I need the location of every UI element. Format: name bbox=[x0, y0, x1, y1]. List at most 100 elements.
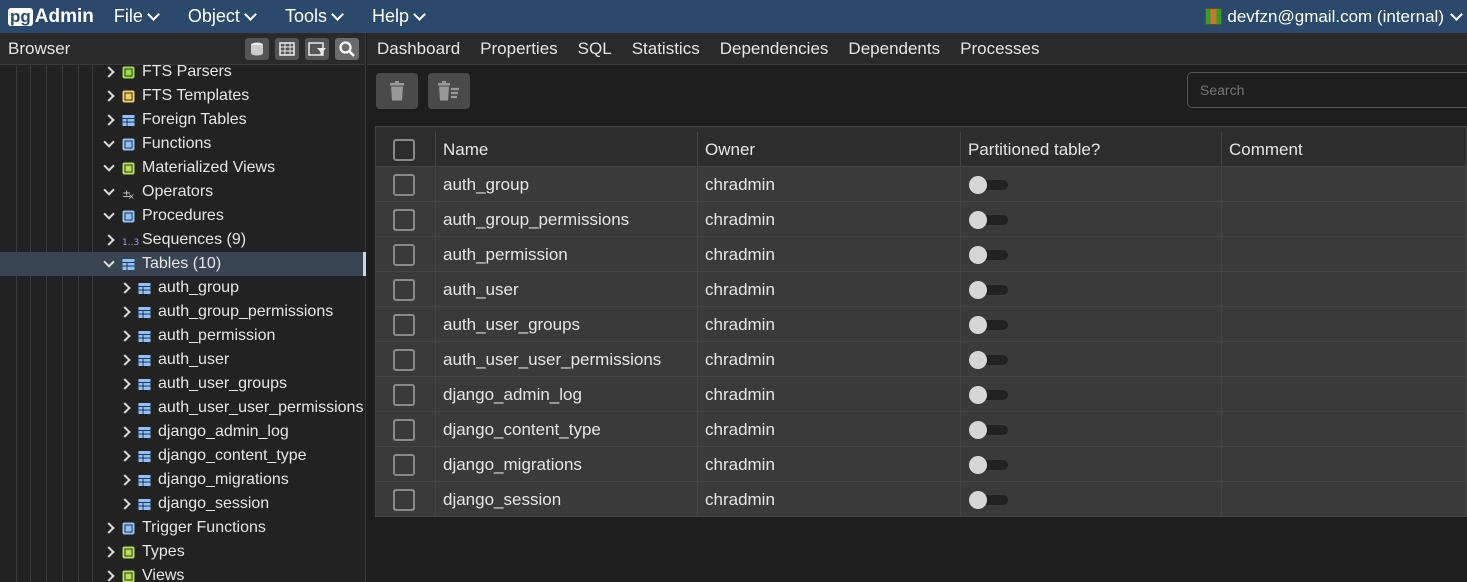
partitioned-toggle[interactable] bbox=[968, 420, 1008, 439]
search-objects-button[interactable] bbox=[335, 37, 359, 60]
chevron-right-icon[interactable] bbox=[119, 450, 131, 462]
table-row[interactable]: django_admin_log chradmin bbox=[376, 377, 1466, 412]
tree-node[interactable]: django_migrations bbox=[0, 468, 366, 492]
column-header[interactable]: Name bbox=[436, 132, 698, 167]
tab-sql[interactable]: SQL bbox=[578, 39, 612, 59]
delete-button[interactable] bbox=[376, 73, 418, 109]
select-all-checkbox[interactable] bbox=[393, 138, 415, 161]
table-row[interactable]: auth_group chradmin bbox=[376, 167, 1466, 202]
row-checkbox[interactable] bbox=[393, 453, 415, 476]
row-checkbox[interactable] bbox=[393, 313, 415, 336]
tree-node[interactable]: Procedures bbox=[0, 204, 366, 228]
user-menu[interactable]: devfzn@gmail.com (internal) bbox=[1205, 0, 1463, 33]
partitioned-toggle[interactable] bbox=[968, 210, 1008, 229]
row-checkbox[interactable] bbox=[393, 488, 415, 511]
chevron-right-icon[interactable] bbox=[119, 330, 131, 342]
tree-node[interactable]: django_content_type bbox=[0, 444, 366, 468]
menu-file[interactable]: File bbox=[114, 6, 160, 27]
chevron-right-icon[interactable] bbox=[103, 522, 115, 534]
table-row[interactable]: auth_permission chradmin bbox=[376, 237, 1466, 272]
tab-dashboard[interactable]: Dashboard bbox=[377, 39, 460, 59]
partitioned-toggle[interactable] bbox=[968, 385, 1008, 404]
tab-dependents[interactable]: Dependents bbox=[848, 39, 940, 59]
row-checkbox[interactable] bbox=[393, 208, 415, 231]
partitioned-toggle[interactable] bbox=[968, 455, 1008, 474]
chevron-right-icon[interactable] bbox=[119, 282, 131, 294]
search-input[interactable] bbox=[1187, 72, 1467, 108]
chevron-right-icon[interactable] bbox=[103, 66, 115, 78]
chevron-right-icon[interactable] bbox=[119, 354, 131, 366]
chevron-right-icon[interactable] bbox=[103, 90, 115, 102]
tab-statistics[interactable]: Statistics bbox=[632, 39, 700, 59]
tab-dependencies[interactable]: Dependencies bbox=[720, 39, 829, 59]
tree-node[interactable]: 1..3 Sequences (9) bbox=[0, 228, 366, 252]
tree-node[interactable]: django_session bbox=[0, 492, 366, 516]
table-row[interactable]: django_migrations chradmin bbox=[376, 447, 1466, 482]
table-row[interactable]: auth_user chradmin bbox=[376, 272, 1466, 307]
delete-cascade-button[interactable] bbox=[428, 73, 470, 109]
chevron-down-icon[interactable] bbox=[103, 160, 115, 172]
menu-help[interactable]: Help bbox=[372, 6, 426, 27]
tree-node[interactable]: auth_user_user_permissions bbox=[0, 396, 366, 420]
tree-node[interactable]: FTS Parsers bbox=[0, 65, 366, 84]
tree-node[interactable]: auth_user_groups bbox=[0, 372, 366, 396]
row-checkbox[interactable] bbox=[393, 173, 415, 196]
row-checkbox[interactable] bbox=[393, 348, 415, 371]
table-row[interactable]: django_content_type chradmin bbox=[376, 412, 1466, 447]
tree-node[interactable]: django_admin_log bbox=[0, 420, 366, 444]
menu-tools[interactable]: Tools bbox=[285, 6, 344, 27]
chevron-down-icon[interactable] bbox=[103, 184, 115, 196]
tree-node[interactable]: auth_group_permissions bbox=[0, 300, 366, 324]
tab-processes[interactable]: Processes bbox=[960, 39, 1039, 59]
chevron-down-icon[interactable] bbox=[103, 208, 115, 220]
tree-node[interactable]: Materialized Views bbox=[0, 156, 366, 180]
chevron-right-icon[interactable] bbox=[103, 546, 115, 558]
row-checkbox[interactable] bbox=[393, 278, 415, 301]
tree-node[interactable]: Functions bbox=[0, 132, 366, 156]
chevron-right-icon[interactable] bbox=[119, 474, 131, 486]
filter-rows-button[interactable] bbox=[305, 37, 329, 60]
tree-node[interactable]: auth_user bbox=[0, 348, 366, 372]
tree-node[interactable]: auth_permission bbox=[0, 324, 366, 348]
menu-object[interactable]: Object bbox=[188, 6, 257, 27]
tree-node[interactable]: ± × Operators bbox=[0, 180, 366, 204]
trash-cascade-icon bbox=[438, 81, 459, 101]
tree-node[interactable]: Trigger Functions bbox=[0, 516, 366, 540]
svg-text:1..3: 1..3 bbox=[122, 238, 139, 247]
column-header[interactable]: Owner bbox=[698, 132, 961, 167]
tab-properties[interactable]: Properties bbox=[480, 39, 557, 59]
column-header[interactable]: Comment bbox=[1222, 132, 1466, 167]
partitioned-toggle[interactable] bbox=[968, 350, 1008, 369]
chevron-down-icon[interactable] bbox=[103, 136, 115, 148]
partitioned-toggle[interactable] bbox=[968, 245, 1008, 264]
partitioned-toggle[interactable] bbox=[968, 175, 1008, 194]
object-explorer-button[interactable] bbox=[245, 37, 269, 60]
row-checkbox[interactable] bbox=[393, 418, 415, 441]
chevron-right-icon[interactable] bbox=[103, 114, 115, 126]
partitioned-toggle[interactable] bbox=[968, 315, 1008, 334]
column-header[interactable]: Partitioned table? bbox=[961, 132, 1222, 167]
chevron-right-icon[interactable] bbox=[103, 234, 115, 246]
table-row[interactable]: django_session chradmin bbox=[376, 482, 1466, 516]
tree-node[interactable]: Views bbox=[0, 564, 366, 582]
tree-node[interactable]: Types bbox=[0, 540, 366, 564]
tree-node[interactable]: FTS Templates bbox=[0, 84, 366, 108]
chevron-right-icon[interactable] bbox=[119, 426, 131, 438]
row-checkbox[interactable] bbox=[393, 383, 415, 406]
chevron-right-icon[interactable] bbox=[119, 402, 131, 414]
chevron-down-icon[interactable] bbox=[103, 256, 115, 268]
tree-node[interactable]: Tables (10) bbox=[0, 252, 366, 276]
partitioned-toggle[interactable] bbox=[968, 280, 1008, 299]
partitioned-toggle[interactable] bbox=[968, 490, 1008, 509]
tree-node[interactable]: Foreign Tables bbox=[0, 108, 366, 132]
row-checkbox[interactable] bbox=[393, 243, 415, 266]
chevron-right-icon[interactable] bbox=[103, 570, 115, 582]
tree-node[interactable]: auth_group bbox=[0, 276, 366, 300]
table-row[interactable]: auth_user_user_permissions chradmin bbox=[376, 342, 1466, 377]
table-row[interactable]: auth_user_groups chradmin bbox=[376, 307, 1466, 342]
view-data-button[interactable] bbox=[275, 37, 299, 60]
table-row[interactable]: auth_group_permissions chradmin bbox=[376, 202, 1466, 237]
chevron-right-icon[interactable] bbox=[119, 378, 131, 390]
chevron-right-icon[interactable] bbox=[119, 498, 131, 510]
chevron-right-icon[interactable] bbox=[119, 306, 131, 318]
